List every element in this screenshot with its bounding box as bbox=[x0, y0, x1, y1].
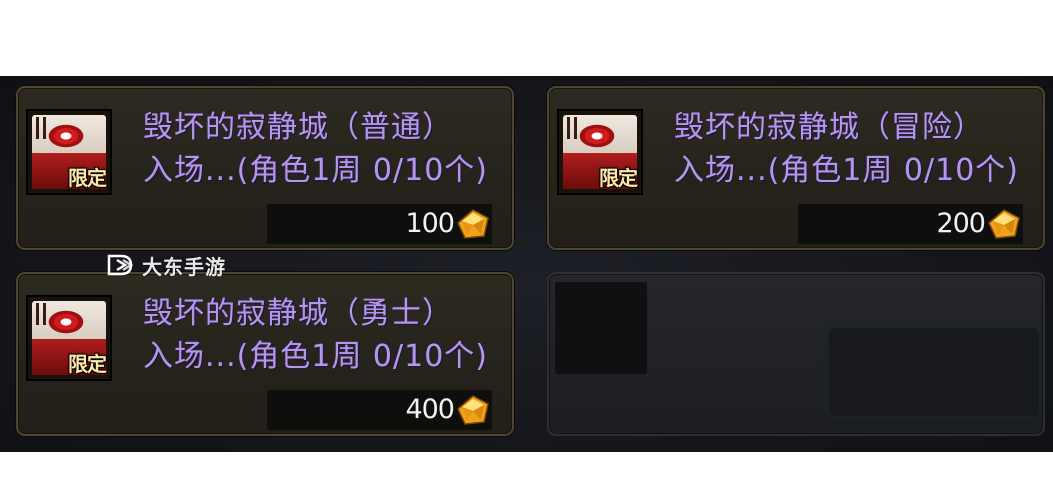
ticket-bars bbox=[36, 117, 46, 139]
item-title: 毁坏的寂静城（普通） bbox=[143, 110, 453, 145]
limited-tag: 限定 bbox=[68, 166, 107, 190]
shop-item-card-empty bbox=[547, 272, 1045, 436]
price-box: 400 bbox=[267, 390, 492, 430]
shop-item-card-warrior[interactable]: 限定 毁坏的寂静城（勇士） 入场...(角色1周 0/10个) 400 bbox=[16, 272, 514, 436]
item-purchase-limit: 入场...(角色1周 0/10个) bbox=[143, 339, 489, 374]
ticket-item-icon: 限定 bbox=[26, 295, 112, 381]
watermark-logo-icon bbox=[107, 254, 134, 276]
ticket-item-icon: 限定 bbox=[557, 109, 643, 195]
limited-tag: 限定 bbox=[599, 166, 638, 190]
gold-gem-icon bbox=[457, 395, 489, 425]
item-title: 毁坏的寂静城（冒险） bbox=[674, 110, 984, 145]
ticket-bars bbox=[567, 117, 577, 139]
empty-item-slot bbox=[555, 282, 647, 374]
shop-item-card-normal[interactable]: 限定 毁坏的寂静城（普通） 入场...(角色1周 0/10个) 100 bbox=[16, 86, 514, 250]
item-purchase-limit: 入场...(角色1周 0/10个) bbox=[674, 153, 1020, 188]
price-box: 200 bbox=[798, 204, 1023, 244]
shop-panel: 限定 毁坏的寂静城（普通） 入场...(角色1周 0/10个) 100 限定 毁… bbox=[0, 76, 1053, 452]
ticket-emblem-icon bbox=[577, 123, 617, 149]
empty-slot-panel bbox=[829, 328, 1039, 416]
watermark-text: 大东手游 bbox=[142, 254, 226, 279]
shop-item-card-adventure[interactable]: 限定 毁坏的寂静城（冒险） 入场...(角色1周 0/10个) 200 bbox=[547, 86, 1045, 250]
limited-tag: 限定 bbox=[68, 352, 107, 376]
price-value: 400 bbox=[405, 394, 455, 425]
ticket-emblem-icon bbox=[46, 309, 86, 335]
ticket-emblem-icon bbox=[46, 123, 86, 149]
watermark: 大东手游 bbox=[107, 252, 226, 279]
price-value: 200 bbox=[936, 208, 986, 239]
price-value: 100 bbox=[405, 208, 455, 239]
price-box: 100 bbox=[267, 204, 492, 244]
item-title: 毁坏的寂静城（勇士） bbox=[143, 296, 453, 331]
ticket-bars bbox=[36, 303, 46, 325]
gold-gem-icon bbox=[988, 209, 1020, 239]
item-purchase-limit: 入场...(角色1周 0/10个) bbox=[143, 153, 489, 188]
gold-gem-icon bbox=[457, 209, 489, 239]
ticket-item-icon: 限定 bbox=[26, 109, 112, 195]
